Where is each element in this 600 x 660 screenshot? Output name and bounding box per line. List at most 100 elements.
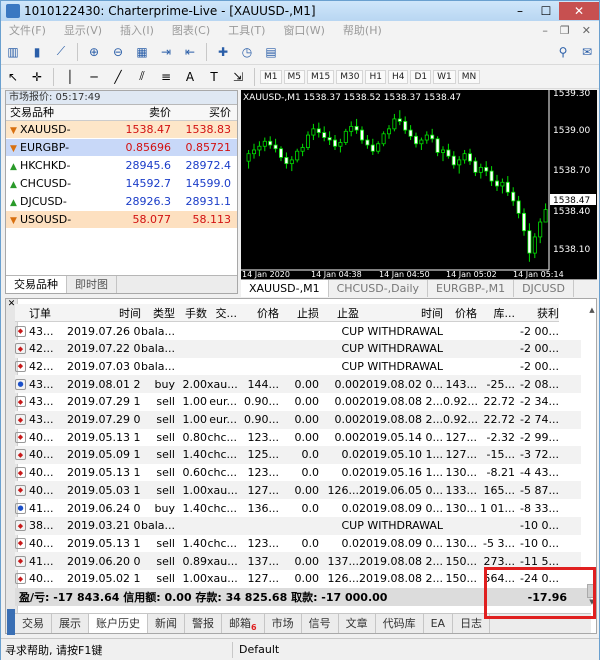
tab-market[interactable]: 市场: [265, 614, 302, 633]
col-bid[interactable]: 卖价: [106, 105, 171, 120]
tf-d1[interactable]: D1: [410, 69, 432, 84]
auto-scroll-icon[interactable]: ⇥: [156, 42, 176, 62]
arrows-icon[interactable]: ⇲: [228, 67, 248, 87]
col-order[interactable]: 订单: [29, 305, 67, 321]
tab-mailbox[interactable]: 邮箱6: [222, 614, 265, 633]
menu-tools[interactable]: 工具(T): [220, 22, 275, 38]
text-icon[interactable]: A: [180, 67, 200, 87]
col-sl[interactable]: 止损: [279, 305, 319, 321]
history-row[interactable]: ◆42... 2019.07.03 0...bala... CUP WITHDRAW…: [15, 357, 581, 375]
tab-signals[interactable]: 信号: [302, 614, 339, 633]
vertical-scrollbar[interactable]: ▲ ▼: [587, 306, 597, 606]
history-row[interactable]: ◆43... 2019.07.26 0...bala... CUP WITHDRAW…: [15, 322, 581, 340]
col-type[interactable]: 类型: [141, 305, 175, 321]
market-watch-row[interactable]: ▼ EURGBP- 0.85696 0.85721: [6, 139, 237, 157]
tf-mn[interactable]: MN: [457, 69, 481, 84]
col-close-price[interactable]: 价格: [443, 305, 477, 321]
mdi-minimize-button[interactable]: –: [542, 24, 548, 37]
col-lots[interactable]: 手数: [175, 305, 207, 321]
candlestick-icon[interactable]: ▮: [27, 42, 47, 62]
history-row[interactable]: ◆40... 2019.05.09 1... sell 1.40chc... 125..…: [15, 445, 581, 464]
market-watch-row[interactable]: ▲ DJCUSD- 28926.3 28931.1: [6, 193, 237, 211]
chart-shift-icon[interactable]: ⇤: [180, 42, 200, 62]
tf-w1[interactable]: W1: [433, 69, 456, 84]
tile-windows-icon[interactable]: ▦: [132, 42, 152, 62]
menu-view[interactable]: 显示(V): [56, 22, 112, 38]
chat-icon[interactable]: ✉: [577, 42, 597, 62]
trendline-icon[interactable]: ╱: [108, 67, 128, 87]
close-button[interactable]: ✕: [559, 2, 599, 20]
vertical-line-icon[interactable]: │: [60, 67, 80, 87]
crosshair-icon[interactable]: ✛: [27, 67, 47, 87]
history-row[interactable]: ◆43... 2019.07.29 1... sell 1.00eur... 0.90.…: [15, 393, 581, 411]
tab-experts[interactable]: EA: [424, 614, 454, 633]
history-row[interactable]: ◆40... 2019.05.13 1... sell 0.80chc... 123..…: [15, 428, 581, 446]
market-watch-row[interactable]: ▲ HKCHKD- 28945.6 28972.4: [6, 157, 237, 175]
price-chart[interactable]: XAUUSD-,M1 1538.37 1538.52 1538.37 1538.…: [241, 89, 597, 296]
mdi-restore-button[interactable]: ❐: [560, 24, 570, 37]
tab-news[interactable]: 新闻: [148, 614, 185, 633]
history-row[interactable]: ●43... 2019.08.01 2... buy 2.00xau... 144...…: [15, 375, 581, 394]
chart-tab-xauusd[interactable]: XAUUSD-,M1: [241, 280, 329, 297]
mdi-close-button[interactable]: ✕: [582, 24, 591, 37]
channel-icon[interactable]: ⫽: [132, 67, 152, 87]
history-row[interactable]: ◆38... 2019.03.21 0...bala... CUP WITHDRAW…: [15, 516, 581, 535]
tf-m15[interactable]: M15: [307, 69, 335, 84]
history-row[interactable]: ◆40... 2019.05.03 1... sell 1.00xau... 127..…: [15, 481, 581, 500]
tf-m30[interactable]: M30: [336, 69, 364, 84]
horizontal-line-icon[interactable]: ─: [84, 67, 104, 87]
col-tp[interactable]: 止盈: [319, 305, 359, 321]
col-ask[interactable]: 买价: [171, 105, 233, 120]
cursor-icon[interactable]: ↖: [3, 67, 23, 87]
market-watch-row[interactable]: ▼ XAUUSD- 1538.47 1538.83: [6, 121, 237, 139]
periods-icon[interactable]: ◷: [237, 42, 257, 62]
tab-code-base[interactable]: 代码库: [376, 614, 424, 633]
tab-alerts[interactable]: 警报: [185, 614, 222, 633]
scroll-up-icon[interactable]: ▲: [587, 306, 597, 314]
maximize-button[interactable]: ☐: [533, 2, 559, 20]
menu-file[interactable]: 文件(F): [1, 22, 56, 38]
menu-help[interactable]: 帮助(H): [335, 22, 392, 38]
market-watch-row[interactable]: ▼ USOUSD- 58.077 58.113: [6, 211, 237, 229]
menu-window[interactable]: 窗口(W): [275, 22, 334, 38]
col-profit[interactable]: 获利: [515, 305, 559, 321]
menu-insert[interactable]: 插入(I): [112, 22, 164, 38]
text-label-icon[interactable]: T: [204, 67, 224, 87]
indicators-icon[interactable]: ✚: [213, 42, 233, 62]
line-chart-icon[interactable]: ⟋: [51, 42, 71, 62]
tab-account-history[interactable]: 账户历史: [89, 614, 148, 633]
fibonacci-icon[interactable]: ≡: [156, 67, 176, 87]
col-time[interactable]: 时间: [67, 305, 141, 321]
chart-tab-chcusd[interactable]: CHCUSD-,Daily: [329, 280, 429, 297]
col-symbol[interactable]: 交易品种: [6, 105, 106, 120]
tab-trade[interactable]: 交易: [15, 614, 52, 633]
templates-icon[interactable]: ▤: [261, 42, 281, 62]
search-icon[interactable]: ⚲: [553, 42, 573, 62]
chart-tab-eurgbp[interactable]: EURGBP-,M1: [428, 280, 515, 297]
history-row[interactable]: ◆43... 2019.07.29 0... sell 1.00eur... 0.90.…: [15, 410, 581, 429]
market-watch-row[interactable]: ▲ CHCUSD- 14592.7 14599.0: [6, 175, 237, 193]
history-row[interactable]: ◆40... 2019.05.13 1... sell 1.40chc... 123..…: [15, 534, 581, 552]
minimize-button[interactable]: –: [507, 2, 533, 20]
col-close-time[interactable]: 时间: [359, 305, 443, 321]
zoom-in-icon[interactable]: ⊕: [84, 42, 104, 62]
tf-m5[interactable]: M5: [283, 69, 305, 84]
menu-charts[interactable]: 图表(C): [164, 22, 220, 38]
history-row[interactable]: ◆42... 2019.07.22 0...bala... CUP WITHDRAW…: [15, 339, 581, 358]
zoom-out-icon[interactable]: ⊖: [108, 42, 128, 62]
tab-articles[interactable]: 文章: [339, 614, 376, 633]
tab-symbols[interactable]: 交易品种: [6, 276, 67, 293]
candlestick-chart[interactable]: XAUUSD-,M1 1538.37 1538.52 1538.37 1538.…: [241, 89, 597, 279]
col-symbol[interactable]: 交...: [207, 305, 238, 321]
history-row[interactable]: ●41... 2019.06.24 0... buy 1.40chc... 136...…: [15, 499, 581, 517]
history-row[interactable]: ◆40... 2019.05.13 1... sell 0.60chc... 123..…: [15, 464, 581, 482]
col-swap[interactable]: 库...: [477, 305, 516, 321]
tf-h4[interactable]: H4: [387, 69, 409, 84]
col-price[interactable]: 价格: [237, 305, 279, 321]
tab-exposure[interactable]: 展示: [52, 614, 89, 633]
tab-tick-chart[interactable]: 即时图: [67, 276, 117, 293]
tf-h1[interactable]: H1: [365, 69, 386, 84]
chart-tab-djcusd[interactable]: DJCUSD: [514, 280, 574, 297]
bar-chart-icon[interactable]: ▥: [3, 42, 23, 62]
tf-m1[interactable]: M1: [260, 69, 282, 84]
